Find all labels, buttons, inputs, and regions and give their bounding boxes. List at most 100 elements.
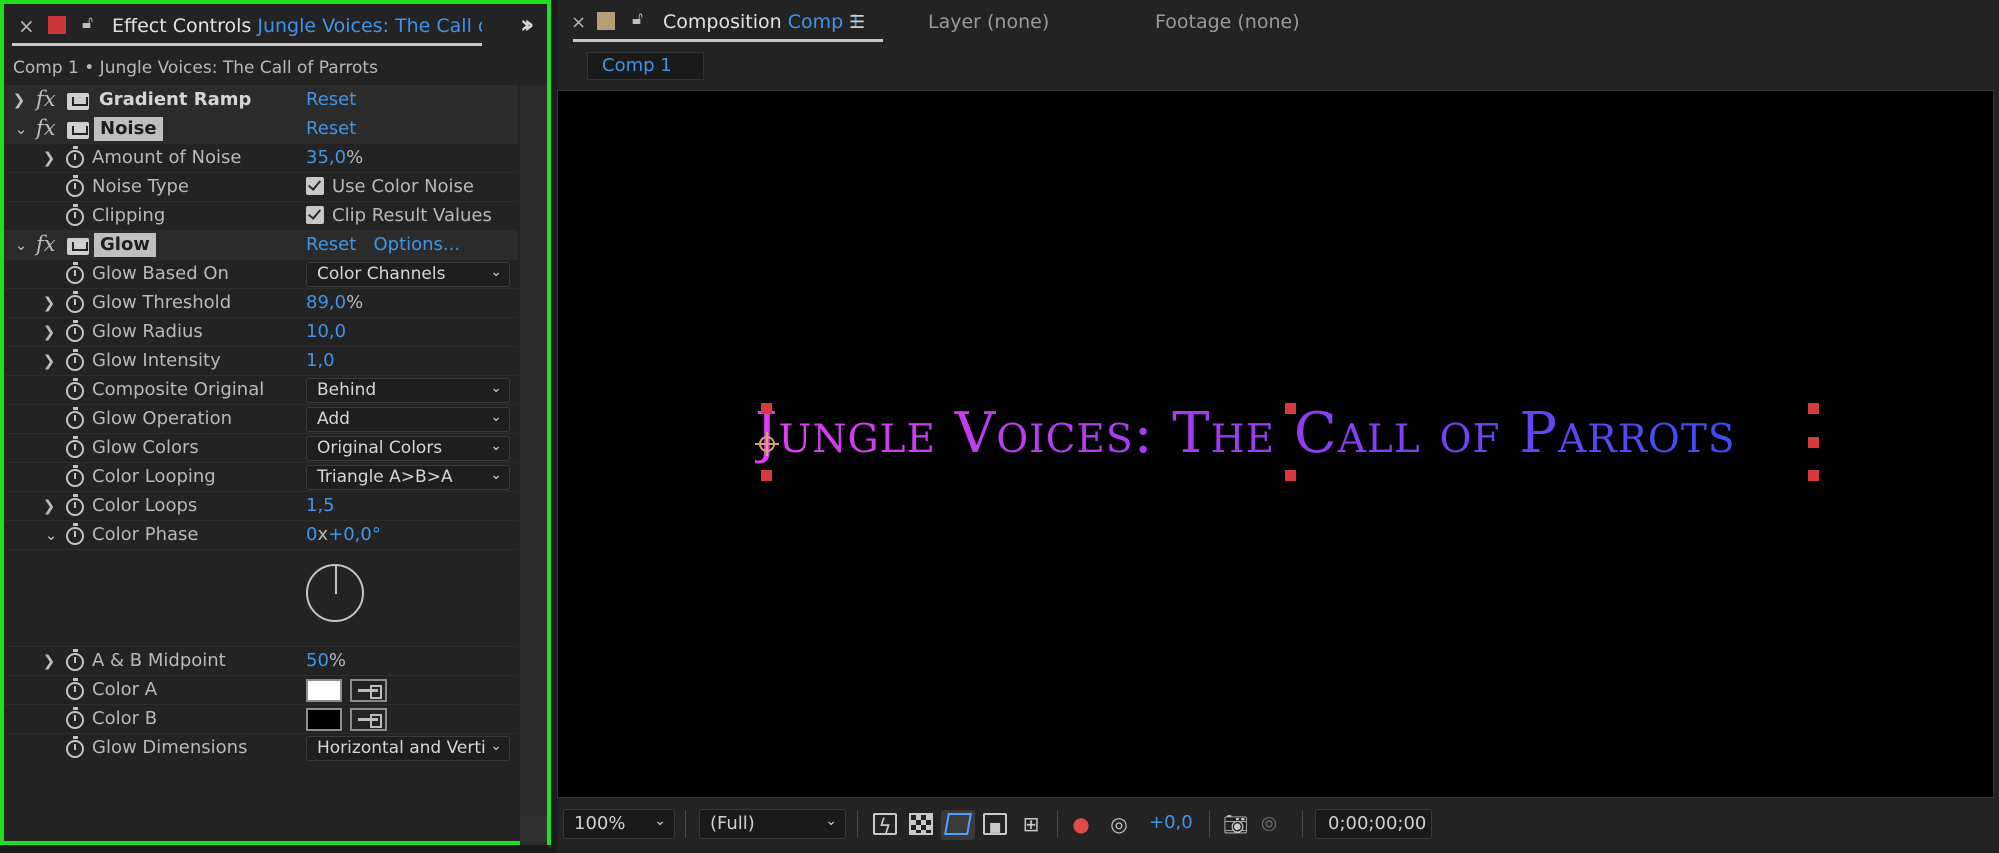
- transform-handle[interactable]: [1808, 403, 1819, 414]
- stopwatch-icon[interactable]: [66, 736, 84, 758]
- transform-handle[interactable]: [761, 470, 772, 481]
- color-phase-dial[interactable]: [306, 564, 364, 622]
- param-value[interactable]: 89,0%: [306, 292, 363, 313]
- stopwatch-icon[interactable]: [66, 262, 84, 284]
- stopwatch-icon[interactable]: [66, 649, 84, 671]
- lock-icon[interactable]: 🔓︎: [82, 13, 93, 33]
- param-value[interactable]: 0x+0,0°: [306, 524, 381, 545]
- chevron-down-icon[interactable]: ⌄: [44, 526, 58, 544]
- close-icon[interactable]: ×: [571, 12, 586, 33]
- param-composite-original: Composite Original Behind ⌄: [4, 375, 518, 404]
- glow-based-on-dropdown[interactable]: Color Channels ⌄: [306, 262, 510, 287]
- composition-viewer[interactable]: Jungle Voices: The Call of Parrots: [557, 90, 1994, 798]
- glow-dimensions-dropdown[interactable]: Horizontal and Verti ⌄: [306, 736, 510, 761]
- region-of-interest-icon[interactable]: ▪: [983, 813, 1007, 837]
- scrollbar-bottom[interactable]: [520, 816, 547, 841]
- transparency-grid-icon[interactable]: [909, 813, 933, 835]
- stopwatch-icon[interactable]: [66, 204, 84, 226]
- param-value[interactable]: 1,5: [306, 495, 335, 516]
- stopwatch-icon[interactable]: [66, 407, 84, 429]
- param-value[interactable]: 10,0: [306, 321, 346, 342]
- fx-icon[interactable]: fx: [36, 87, 56, 111]
- chevron-down-icon: ⌄: [490, 738, 502, 754]
- panel-overflow-icon[interactable]: ››: [520, 10, 535, 40]
- glow-operation-dropdown[interactable]: Add ⌄: [306, 407, 510, 432]
- transform-handle[interactable]: [1285, 403, 1296, 414]
- chevron-right-icon[interactable]: ❯: [42, 323, 56, 341]
- stopwatch-icon[interactable]: [66, 146, 84, 168]
- comp-subtab[interactable]: Comp 1: [587, 52, 704, 80]
- tab-composition[interactable]: Composition Comp 1: [663, 11, 861, 33]
- stopwatch-icon[interactable]: [66, 436, 84, 458]
- channel-icon[interactable]: ●: [1069, 813, 1093, 835]
- chevron-down-icon[interactable]: ⌄: [14, 120, 28, 138]
- chevron-down-icon[interactable]: ⌄: [14, 236, 28, 254]
- fast-preview-icon[interactable]: ϟ: [873, 813, 897, 837]
- use-color-noise-checkbox[interactable]: Use Color Noise: [306, 176, 474, 197]
- stopwatch-icon[interactable]: [66, 175, 84, 197]
- stopwatch-icon[interactable]: [66, 465, 84, 487]
- fx-icon[interactable]: fx: [36, 232, 56, 256]
- stopwatch-icon[interactable]: [66, 349, 84, 371]
- glow-colors-dropdown[interactable]: Original Colors ⌄: [306, 436, 510, 461]
- effect-name: Noise: [94, 117, 163, 141]
- chevron-right-icon[interactable]: ❯: [42, 294, 56, 312]
- exposure-value[interactable]: +0,0: [1149, 812, 1193, 833]
- effect-controls-tab[interactable]: × 🔓︎ Effect Controls Jungle Voices: The …: [4, 4, 547, 56]
- stopwatch-icon[interactable]: [66, 494, 84, 516]
- stopwatch-icon[interactable]: [66, 320, 84, 342]
- stopwatch-icon[interactable]: [66, 707, 84, 729]
- chevron-right-icon[interactable]: ❯: [42, 497, 56, 515]
- transform-handle[interactable]: [1808, 437, 1819, 448]
- panel-menu-icon[interactable]: ☰: [849, 12, 865, 33]
- lock-icon[interactable]: 🔓︎: [632, 9, 643, 29]
- camera-icon[interactable]: 📷︎: [1223, 813, 1248, 835]
- stopwatch-icon[interactable]: [66, 378, 84, 400]
- chevron-right-icon[interactable]: ❯: [42, 149, 56, 167]
- color-a-swatch[interactable]: [306, 679, 342, 702]
- eyedropper-icon[interactable]: [350, 679, 387, 702]
- text-layer[interactable]: Jungle Voices: The Call of Parrots: [755, 401, 1736, 466]
- toolbar-divider: [1209, 810, 1210, 838]
- tab-layer[interactable]: Layer (none): [928, 11, 1049, 33]
- tab-footage[interactable]: Footage (none): [1155, 11, 1300, 33]
- stopwatch-icon[interactable]: [66, 678, 84, 700]
- checkbox-icon[interactable]: [306, 177, 324, 195]
- eyedropper-icon[interactable]: [350, 708, 387, 731]
- stopwatch-icon[interactable]: [66, 291, 84, 313]
- param-value[interactable]: 1,0: [306, 350, 335, 371]
- checkbox-icon[interactable]: [306, 206, 324, 224]
- effect-glow[interactable]: ⌄ fx Glow Reset Options...: [4, 230, 518, 259]
- chevron-right-icon[interactable]: ❯: [42, 352, 56, 370]
- transform-handle[interactable]: [1808, 470, 1819, 481]
- close-icon[interactable]: ×: [18, 14, 35, 38]
- resolution-dropdown[interactable]: (Full) ⌄: [699, 809, 846, 839]
- chevron-right-icon[interactable]: ❯: [42, 652, 56, 670]
- effect-noise[interactable]: ⌄ fx Noise Reset: [4, 114, 518, 143]
- timecode-display[interactable]: 0;00;00;00: [1315, 809, 1432, 839]
- grid-guides-icon[interactable]: ⊞: [1019, 813, 1043, 835]
- param-value[interactable]: 50%: [306, 650, 346, 671]
- color-management-icon[interactable]: ◎: [1107, 813, 1131, 835]
- snapshot-icon[interactable]: ⦾: [1257, 813, 1281, 835]
- clip-result-checkbox[interactable]: Clip Result Values: [306, 205, 492, 226]
- chevron-right-icon[interactable]: ❯: [12, 91, 26, 109]
- zoom-dropdown[interactable]: 100% ⌄: [563, 809, 675, 839]
- options-link[interactable]: Options...: [373, 234, 460, 255]
- reset-link[interactable]: Reset: [306, 234, 356, 255]
- reset-link[interactable]: Reset: [306, 118, 356, 139]
- mask-visibility-icon[interactable]: [944, 813, 972, 835]
- effect-badge-icon: [67, 93, 89, 110]
- anchor-point-icon[interactable]: [755, 432, 779, 456]
- color-b-swatch[interactable]: [306, 708, 342, 731]
- composite-original-dropdown[interactable]: Behind ⌄: [306, 378, 510, 403]
- scrollbar[interactable]: [520, 85, 547, 845]
- param-value[interactable]: 35,0%: [306, 147, 363, 168]
- reset-link[interactable]: Reset: [306, 89, 356, 110]
- color-looping-dropdown[interactable]: Triangle A>B>A ⌄: [306, 465, 510, 490]
- stopwatch-icon[interactable]: [66, 523, 84, 545]
- transform-handle[interactable]: [1285, 470, 1296, 481]
- fx-icon[interactable]: fx: [36, 116, 56, 140]
- effect-gradient-ramp[interactable]: ❯ fx Gradient Ramp Reset: [4, 85, 518, 114]
- transform-handle[interactable]: [761, 403, 772, 414]
